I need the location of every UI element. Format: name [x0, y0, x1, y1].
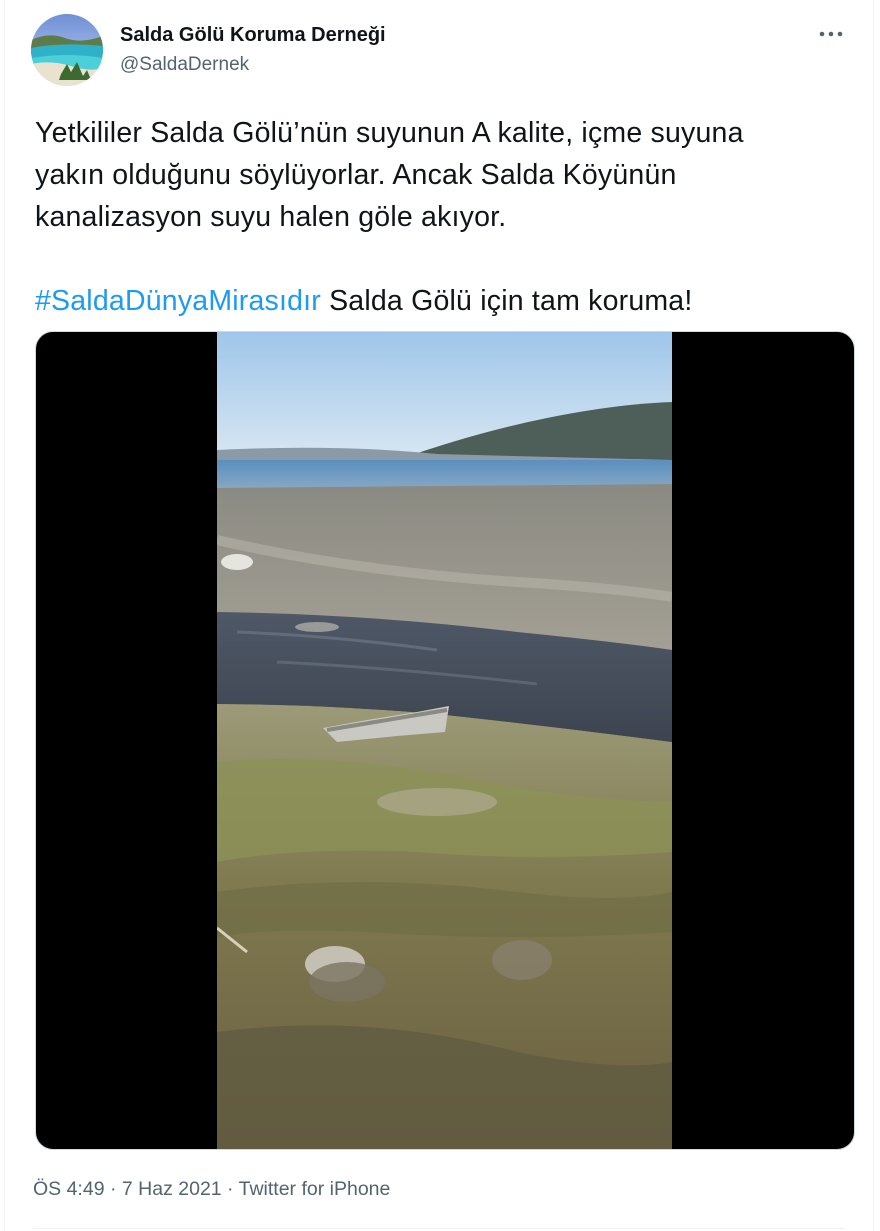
lake-landscape-avatar-icon: [31, 14, 103, 86]
tweet-source-link[interactable]: Twitter for iPhone: [239, 1178, 391, 1200]
hashtag-link[interactable]: #SaldaDünyaMirasıdır: [35, 285, 321, 317]
separator: ·: [221, 1178, 239, 1200]
tweet-line: kanalizasyon suyu halen göle akıyor.: [35, 201, 507, 233]
tweet-card: Salda Gölü Koruma Derneği @SaldaDernek Y…: [4, 0, 874, 1231]
tweet-body: Yetkililer Salda Gölü’nün suyunun A kali…: [35, 112, 855, 322]
author-display-name[interactable]: Salda Gölü Koruma Derneği: [120, 24, 386, 47]
tweet-hashtag-line: #SaldaDünyaMirasıdır Salda Gölü için tam…: [35, 280, 855, 322]
tweet-time[interactable]: ÖS 4:49: [33, 1178, 105, 1200]
more-options-button[interactable]: [817, 22, 845, 46]
tweet-metadata: ÖS 4:49 · 7 Haz 2021 · Twitter for iPhon…: [33, 1178, 390, 1201]
ellipsis-icon: [819, 31, 843, 37]
tweet-line-tail: Salda Gölü için tam koruma!: [320, 285, 693, 317]
video-thumbnail-image: [217, 332, 672, 1149]
tweet-line: yakın olduğunu söylüyorlar. Ancak Salda …: [35, 159, 677, 191]
separator: ·: [104, 1178, 122, 1200]
tweet-line: Yetkililer Salda Gölü’nün suyunun A kali…: [35, 117, 744, 149]
author-avatar[interactable]: [31, 14, 103, 86]
video-media[interactable]: [35, 331, 855, 1150]
divider: [33, 1228, 845, 1229]
author-handle[interactable]: @SaldaDernek: [120, 54, 249, 76]
tweet-date[interactable]: 7 Haz 2021: [122, 1178, 222, 1200]
